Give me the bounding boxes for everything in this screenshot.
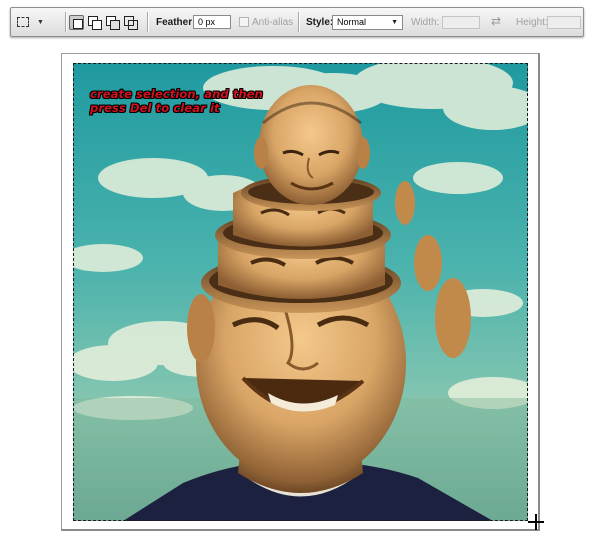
style-label: Style: <box>306 16 334 28</box>
anti-alias-checkbox[interactable] <box>239 17 249 27</box>
width-label: Width: <box>411 16 440 28</box>
toolbar-divider <box>147 12 149 32</box>
stacked-heads-photo[interactable] <box>73 63 528 521</box>
annotation-text: create selection, and then press Del to … <box>90 87 300 115</box>
annotation-line-2: press Del to clear it <box>90 101 220 115</box>
style-select[interactable]: Normal ▼ <box>332 15 403 30</box>
photo-illustration <box>73 63 528 521</box>
rectangular-marquee-icon <box>17 17 29 27</box>
toolbar-divider <box>65 12 67 32</box>
feather-label: Feather: <box>156 16 196 28</box>
style-select-value: Normal <box>337 17 367 27</box>
height-input[interactable] <box>547 16 581 29</box>
toolbar-divider <box>298 12 300 32</box>
subtract-from-selection-button[interactable] <box>105 15 120 30</box>
photoshop-workspace: ▼ Feather: 0 px Anti-alias Style: Normal… <box>0 0 600 544</box>
options-bar: ▼ Feather: 0 px Anti-alias Style: Normal… <box>10 7 584 37</box>
selection-mode-group <box>69 8 138 36</box>
swap-arrows-icon[interactable]: ⇄ <box>491 14 501 28</box>
feather-input[interactable]: 0 px <box>193 15 231 29</box>
crosshair-cursor-icon <box>528 514 544 530</box>
new-selection-icon <box>73 18 83 29</box>
tool-preset-picker[interactable]: ▼ <box>17 8 59 36</box>
new-selection-button[interactable] <box>69 14 84 30</box>
annotation-line-1: create selection, and then <box>90 87 263 101</box>
chevron-down-icon: ▼ <box>391 19 398 26</box>
width-input[interactable] <box>442 16 480 29</box>
chevron-down-icon: ▼ <box>37 18 44 26</box>
anti-alias-label: Anti-alias <box>252 16 294 28</box>
height-label: Height: <box>516 16 548 28</box>
add-to-selection-button[interactable] <box>87 15 102 30</box>
intersect-with-selection-button[interactable] <box>123 15 138 30</box>
